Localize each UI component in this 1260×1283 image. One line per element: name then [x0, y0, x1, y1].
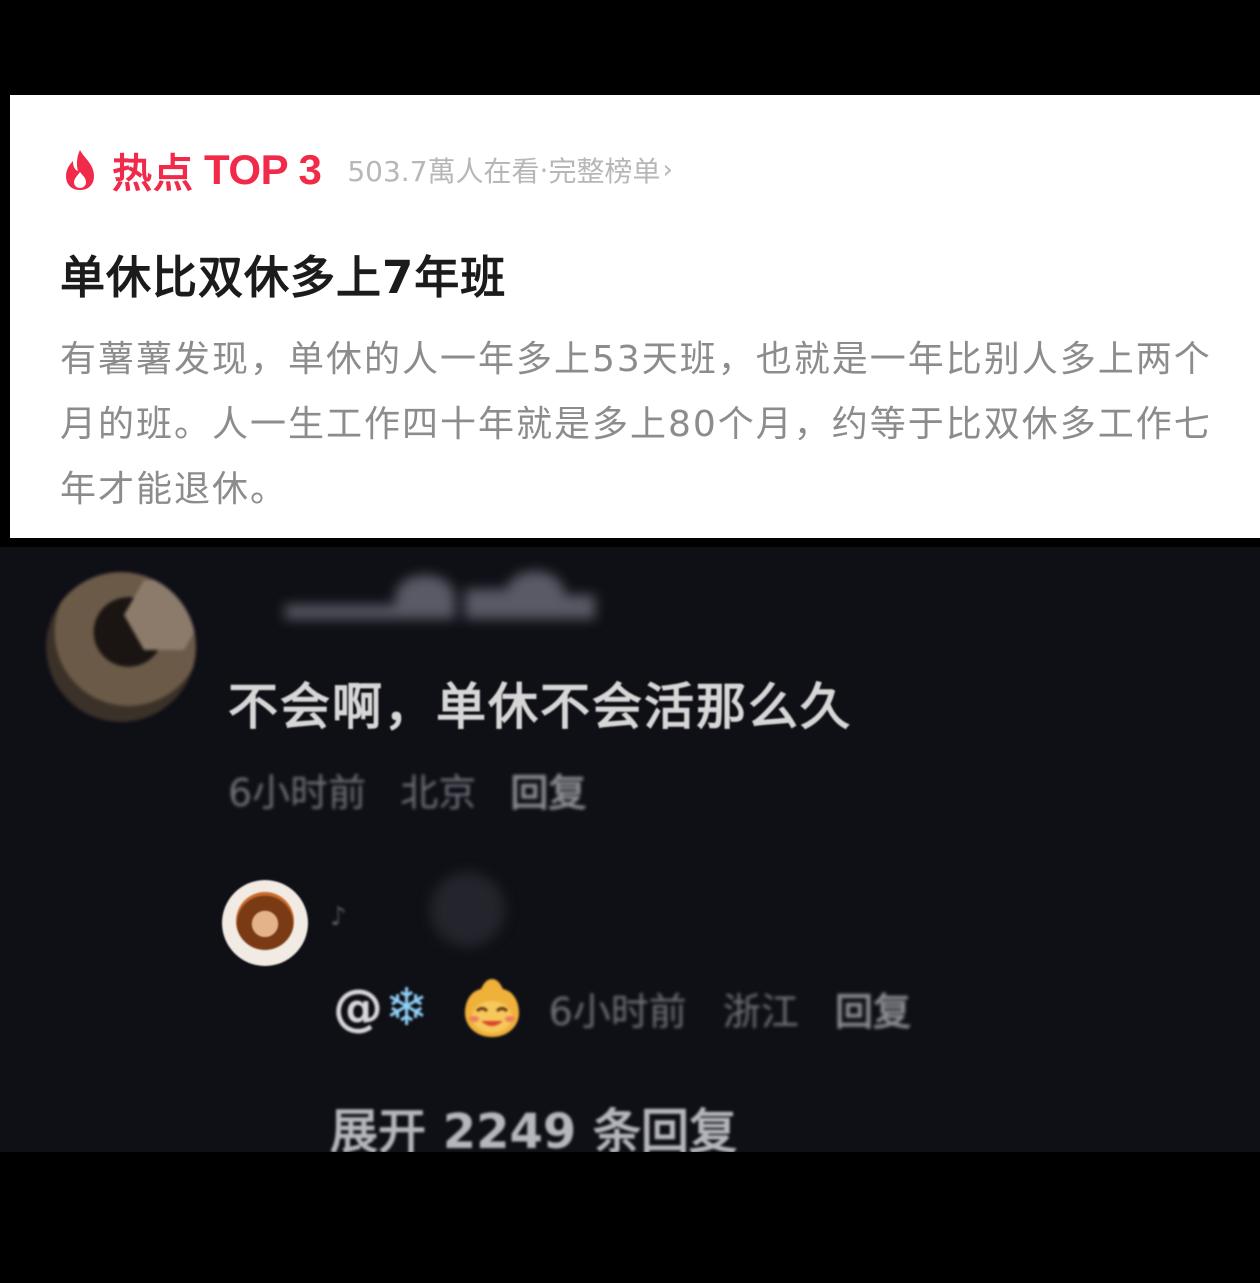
mention-at: @	[333, 979, 383, 1037]
snowflake-icon[interactable]: ❄	[385, 978, 429, 1038]
hot-label: 热点	[112, 151, 194, 197]
username-blurred[interactable]	[285, 567, 605, 627]
chevron-right-icon: ›	[662, 155, 673, 185]
hot-topic-title[interactable]: 单休比双休多上7年班	[60, 241, 506, 306]
hot-topic-header: 热点 TOP 3 503.7萬人在看 · 完整榜单 ›	[62, 145, 673, 197]
reply-reply-button[interactable]: 回复	[835, 990, 911, 1034]
reply-button[interactable]: 回复	[510, 771, 586, 815]
meta-separator: ·	[539, 153, 549, 187]
hot-meta[interactable]: 503.7萬人在看 · 完整榜单 ›	[347, 150, 673, 190]
full-list-link[interactable]: 完整榜单	[548, 150, 660, 190]
viewer-count: 503.7萬人在看	[347, 155, 540, 188]
reply-meta: 6小时前 浙江 回复	[549, 981, 935, 1036]
reply-username-mark: ♪	[330, 902, 347, 932]
avatar[interactable]	[46, 572, 196, 722]
hot-topic-card[interactable]: 热点 TOP 3 503.7萬人在看 · 完整榜单 › 单休比双休多上7年班 有…	[10, 95, 1260, 538]
reply-location: 浙江	[722, 989, 799, 1034]
comment-meta: 6小时前 北京 回复	[228, 762, 608, 817]
reply-content-line: @ ❄ 6小时前 浙江 回复	[333, 977, 935, 1039]
reply-username-blurred[interactable]	[430, 872, 505, 947]
flame-icon	[66, 150, 94, 190]
comment-location: 北京	[400, 771, 477, 815]
avatar-face	[236, 892, 294, 950]
avatar-mosaic	[124, 580, 196, 650]
screenshot-stage: 热点 TOP 3 503.7萬人在看 · 完整榜单 › 单休比双休多上7年班 有…	[0, 0, 1260, 1283]
hot-rank: TOP 3	[204, 146, 322, 193]
hot-topic-body: 有薯薯发现，单休的人一年多上53天班，也就是一年比别人多上两个月的班。人一生工作…	[60, 339, 1212, 510]
reply-avatar[interactable]	[222, 880, 308, 966]
reply-time: 6小时前	[548, 989, 687, 1034]
comment-time: 6小时前	[228, 771, 367, 815]
expand-replies-button[interactable]: 展开 2249 条回复	[330, 1092, 737, 1152]
comment-text: 不会啊，单休不会活那么久	[228, 678, 852, 736]
comment-section: 不会啊，单休不会活那么久 6小时前 北京 回复 ♪ @ ❄ 6小时前 浙江 回复…	[0, 547, 1260, 1152]
cry-laugh-emoji-icon	[464, 979, 519, 1037]
